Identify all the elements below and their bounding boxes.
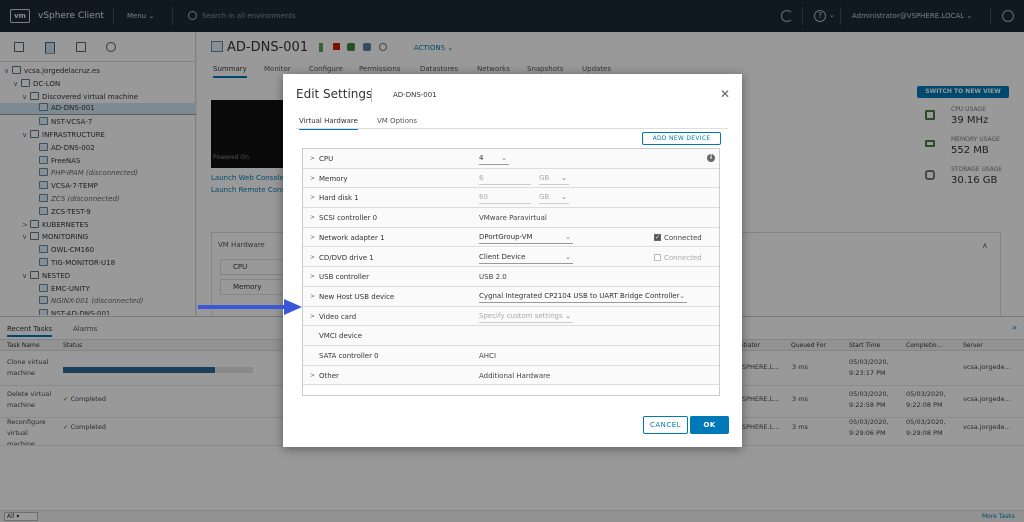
dialog-title: Edit Settings — [296, 87, 373, 101]
info-icon[interactable]: i — [707, 154, 715, 162]
edit-settings-dialog: Edit Settings AD-DNS-001 ✕ Virtual Hardw… — [283, 74, 742, 447]
connected-checkbox[interactable]: ✓ — [654, 233, 661, 241]
hardware-row: SATA controller 0 AHCI — [303, 346, 719, 366]
hardware-row-value: VMware Paravirtual — [479, 214, 547, 223]
hardware-select[interactable]: Client Device ⌄ — [479, 252, 573, 264]
connected-checkbox[interactable] — [654, 253, 661, 261]
hardware-row[interactable]: > USB controller USB 2.0 — [303, 267, 719, 287]
tab-vm-options[interactable]: VM Options — [377, 117, 417, 125]
chevron-right-icon[interactable]: > — [310, 254, 315, 261]
chevron-down-icon: ⌄ — [561, 193, 567, 202]
chevron-down-icon: ⌄ — [561, 173, 567, 182]
hardware-select-value: Specify custom settings — [479, 311, 563, 320]
hardware-input-value: 6 — [479, 173, 484, 182]
hardware-input[interactable]: 60 — [479, 192, 531, 205]
chevron-right-icon[interactable]: > — [310, 214, 315, 221]
chevron-right-icon[interactable]: > — [310, 155, 315, 162]
connected-label: Connected — [664, 233, 702, 242]
hardware-row-name: SATA controller 0 — [319, 352, 379, 360]
unit-select[interactable]: GB ⌄ — [539, 173, 569, 185]
hardware-row-value: AHCI — [479, 352, 497, 360]
hardware-row[interactable]: > Video card Specify custom settings ⌄ — [303, 306, 719, 327]
hardware-row-name: CD/DVD drive 1 — [319, 253, 374, 262]
chevron-right-icon[interactable]: > — [310, 175, 315, 182]
hardware-row-name: Memory — [319, 174, 348, 183]
chevron-down-icon: ⌄ — [565, 311, 571, 320]
unit-select[interactable]: GB ⌄ — [539, 192, 569, 205]
title-divider — [371, 88, 372, 102]
unit-select-value: GB — [539, 193, 550, 202]
hardware-row-name: VMCI device — [319, 332, 362, 341]
hardware-row-name: CPU — [319, 155, 334, 163]
hardware-row-name: New Host USB device — [319, 292, 395, 301]
chevron-right-icon[interactable]: > — [310, 293, 315, 300]
hardware-row[interactable]: > CD/DVD drive 1 Client Device ⌄ Connected — [303, 247, 719, 268]
connected-label: Connected — [664, 253, 702, 262]
hardware-select-value: Client Device — [479, 252, 526, 261]
hardware-row: VMCI device — [303, 326, 719, 346]
hardware-select-value: 4 — [479, 154, 484, 162]
chevron-right-icon[interactable]: > — [310, 372, 315, 379]
hardware-row-name: USB controller — [319, 273, 369, 282]
hardware-row-name: Network adapter 1 — [319, 233, 385, 242]
hardware-row[interactable]: > Hard disk 1 60 GB ⌄ — [303, 188, 719, 209]
hardware-row-value: Additional Hardware — [479, 371, 551, 380]
close-icon[interactable]: ✕ — [720, 87, 730, 101]
hardware-row-name: Other — [319, 371, 339, 380]
chevron-down-icon: ⌄ — [679, 291, 685, 300]
hardware-row-name: Hard disk 1 — [319, 194, 359, 203]
chevron-down-icon: ⌄ — [565, 252, 571, 261]
chevron-right-icon[interactable]: > — [310, 313, 315, 320]
hardware-input-value: 60 — [479, 193, 488, 202]
chevron-down-icon: ⌄ — [565, 232, 571, 241]
cancel-button[interactable]: CANCEL — [643, 416, 688, 434]
hardware-row-name: Video card — [319, 312, 357, 321]
hardware-select-value: Cygnal Integrated CP2104 USB to UART Bri… — [479, 291, 680, 300]
chevron-right-icon[interactable]: > — [310, 273, 315, 280]
hardware-select[interactable]: Cygnal Integrated CP2104 USB to UART Bri… — [479, 291, 687, 303]
unit-select-value: GB — [539, 173, 550, 182]
hardware-row[interactable]: > Other Additional Hardware — [303, 365, 719, 386]
tab-underline — [296, 128, 728, 129]
annotation-arrow — [198, 299, 302, 315]
chevron-down-icon: ⌄ — [501, 154, 507, 162]
hardware-input[interactable]: 6 — [479, 173, 531, 185]
hardware-row[interactable]: > SCSI controller 0 VMware Paravirtual — [303, 208, 719, 228]
hardware-row-name: SCSI controller 0 — [319, 214, 378, 223]
virtual-hardware-table: > CPU 4 ⌄ i > Memory 6 GB ⌄ > Hard disk 1 60 GB ⌄ > SCSI… — [302, 148, 720, 396]
hardware-row[interactable]: > New Host USB device Cygnal Integrated CP… — [303, 286, 719, 307]
ok-button[interactable]: OK — [690, 416, 729, 434]
hardware-select[interactable]: DPortGroup-VM ⌄ — [479, 232, 573, 244]
dialog-vm-name: AD-DNS-001 — [393, 91, 437, 99]
hardware-row-value: USB 2.0 — [479, 273, 507, 282]
chevron-right-icon[interactable]: > — [310, 194, 315, 201]
hardware-select[interactable]: 4 ⌄ — [479, 153, 509, 165]
add-new-device-button[interactable]: ADD NEW DEVICE — [642, 132, 721, 145]
hardware-row[interactable]: > Network adapter 1 DPortGroup-VM ⌄ ✓ Connect… — [303, 227, 719, 248]
hardware-row[interactable]: > CPU 4 ⌄ i — [303, 149, 719, 169]
hardware-row[interactable]: > Memory 6 GB ⌄ — [303, 168, 719, 189]
hardware-select[interactable]: Specify custom settings ⌄ — [479, 311, 573, 323]
hardware-select-value: DPortGroup-VM — [479, 232, 533, 241]
chevron-right-icon[interactable]: > — [310, 234, 315, 241]
